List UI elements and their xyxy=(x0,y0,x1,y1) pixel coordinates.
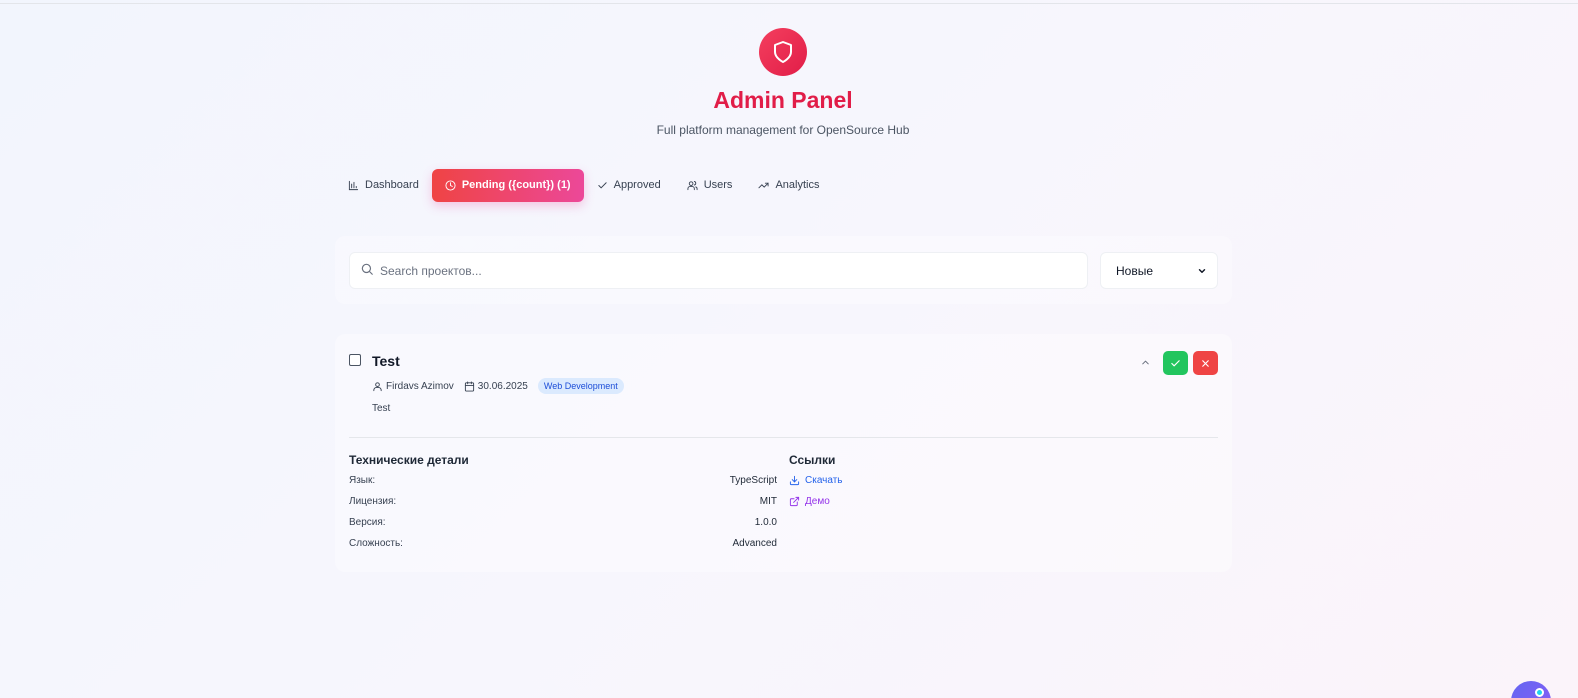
download-label: Скачать xyxy=(805,475,843,486)
tab-label: Users xyxy=(703,179,733,191)
tab-label: Pending ({count}) (1) xyxy=(461,179,571,191)
page-subtitle: Full platform management for OpenSource … xyxy=(656,123,910,137)
category-badge: Web Development xyxy=(537,378,624,394)
download-link[interactable]: Скачать xyxy=(789,475,843,486)
project-date: 30.06.2025 xyxy=(464,381,528,392)
close-icon xyxy=(1202,359,1209,367)
tab-pending[interactable]: Pending ({count}) (1) xyxy=(431,168,584,202)
bar-chart-icon xyxy=(348,180,359,190)
demo-link[interactable]: Демо xyxy=(789,496,830,507)
tech-value: MIT xyxy=(759,496,777,507)
check-icon xyxy=(1171,359,1180,366)
project-author: Firdavs Azimov xyxy=(372,381,454,392)
search-input[interactable] xyxy=(380,253,1080,288)
check-icon xyxy=(597,181,607,188)
chevron-down-icon xyxy=(1198,268,1206,273)
tech-label: Сложность: xyxy=(349,538,403,549)
links-title: Ссылки xyxy=(789,453,836,467)
tab-label: Approved xyxy=(613,179,661,191)
sort-select[interactable]: Новые xyxy=(1100,252,1218,289)
tech-label: Версия: xyxy=(349,517,386,528)
trending-up-icon xyxy=(758,182,769,188)
tab-analytics[interactable]: Analytics xyxy=(745,169,832,202)
project-select-checkbox[interactable] xyxy=(349,354,361,366)
top-border xyxy=(0,3,1578,4)
tech-value: TypeScript xyxy=(729,475,777,486)
search-icon xyxy=(361,263,373,275)
shield-icon xyxy=(774,41,792,63)
tab-dashboard[interactable]: Dashboard xyxy=(335,169,432,202)
project-card xyxy=(335,334,1232,572)
project-description: Test xyxy=(372,403,391,414)
approve-button[interactable] xyxy=(1163,351,1188,375)
tab-approved[interactable]: Approved xyxy=(584,169,674,202)
admin-logo xyxy=(759,28,807,76)
chevron-up-icon[interactable] xyxy=(1140,357,1151,368)
project-title: Test xyxy=(372,353,400,369)
tech-label: Язык: xyxy=(349,475,376,486)
calendar-icon xyxy=(464,380,474,392)
tech-details-title: Технические детали xyxy=(349,453,469,467)
date-value: 30.06.2025 xyxy=(477,380,528,392)
tab-label: Analytics xyxy=(775,179,820,191)
reject-button[interactable] xyxy=(1193,351,1218,375)
tech-row-license: Лицензия: MIT xyxy=(349,496,777,507)
external-link-icon xyxy=(789,496,800,507)
tab-label: Dashboard xyxy=(365,179,419,191)
author-name: Firdavs Azimov xyxy=(386,380,454,392)
card-divider xyxy=(349,437,1218,438)
page-title: Admin Panel xyxy=(713,87,853,113)
demo-label: Демо xyxy=(805,496,830,507)
tech-label: Лицензия: xyxy=(349,496,397,507)
tech-row-version: Версия: 1.0.0 xyxy=(349,517,777,528)
search-box xyxy=(349,252,1088,289)
download-icon xyxy=(789,475,800,486)
floating-chat-button[interactable] xyxy=(1511,681,1551,698)
admin-tabs: Dashboard Pending ({count}) (1) Approved… xyxy=(335,168,832,202)
user-icon xyxy=(373,381,382,391)
sort-selected-value: Новые xyxy=(1116,263,1154,278)
tech-row-complexity: Сложность: Advanced xyxy=(349,538,777,549)
tab-users[interactable]: Users xyxy=(674,169,746,202)
tech-row-language: Язык: TypeScript xyxy=(349,475,777,486)
tech-value: Advanced xyxy=(732,538,777,549)
clock-icon xyxy=(445,179,456,191)
tech-value: 1.0.0 xyxy=(754,517,777,528)
project-meta: Firdavs Azimov 30.06.2025 Web Developmen… xyxy=(372,378,624,394)
users-icon xyxy=(687,180,698,190)
status-dot xyxy=(1535,688,1544,697)
